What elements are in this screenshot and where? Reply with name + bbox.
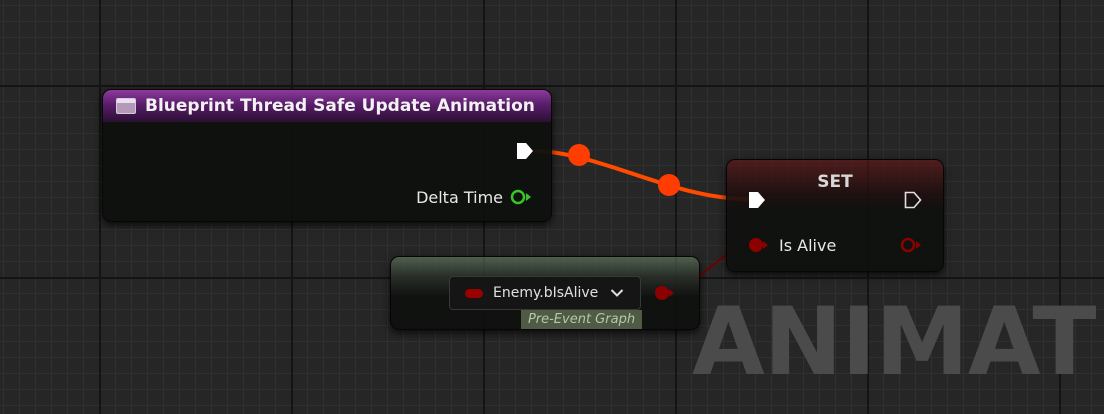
is-alive-label: Is Alive [779,236,837,255]
delta-time-output-pin[interactable] [509,187,533,207]
exec-out-pin[interactable] [903,190,923,210]
is-alive-input-pin[interactable] [747,235,771,255]
bool-type-icon [465,288,483,298]
exec-wire-reroute-dot [658,174,680,196]
exec-out-pin[interactable] [515,141,535,161]
event-node[interactable]: Blueprint Thread Safe Update Animation D… [102,89,552,222]
event-node-title: Blueprint Thread Safe Update Animation [145,96,535,116]
set-node[interactable]: SET Is Alive [726,159,944,272]
event-icon [116,98,136,114]
delta-time-label: Delta Time [416,188,503,207]
exec-in-pin[interactable] [747,190,767,210]
event-node-header[interactable]: Blueprint Thread Safe Update Animation [103,90,551,122]
bool-output-pin[interactable] [653,283,677,303]
variable-getter-node[interactable]: Enemy.bIsAlive Pre-Event Graph [390,256,700,330]
variable-dropdown[interactable]: Enemy.bIsAlive [449,276,641,310]
blueprint-graph-canvas[interactable]: ANIMATION Blueprint Thread Safe Update A… [0,0,1104,414]
set-node-title: SET [817,172,853,192]
exec-wire-reroute-dot [568,144,590,166]
getter-subtitle: Pre-Event Graph [521,310,642,329]
variable-name: Enemy.bIsAlive [493,285,599,301]
is-alive-output-pin[interactable] [899,235,923,255]
chevron-down-icon [610,289,624,297]
exec-wire[interactable] [532,149,754,202]
